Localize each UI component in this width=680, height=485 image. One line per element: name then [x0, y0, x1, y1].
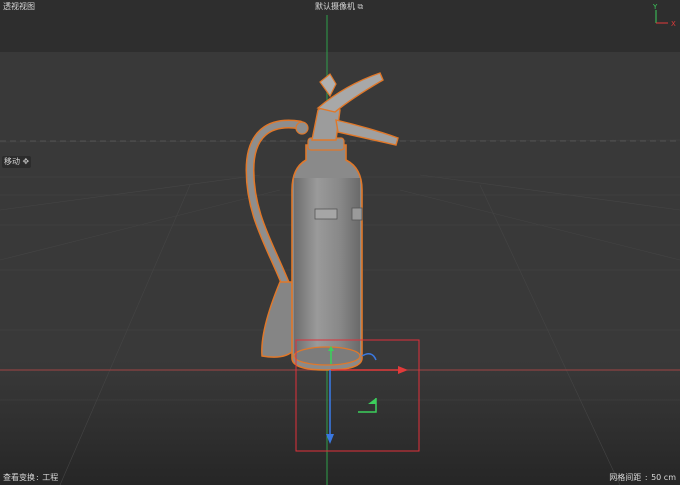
- grid-spacing-status: 网格间距 : 50 cm: [609, 473, 676, 482]
- extinguisher-bracket: [314, 208, 338, 220]
- view-transform-value: 工程: [42, 473, 59, 482]
- grid-spacing-value: 50 cm: [651, 473, 676, 482]
- gizmo-x-arrow: [398, 366, 408, 374]
- gizmo-rotation-arc: [361, 353, 377, 361]
- view-transform-status: 查看变换: 工程: [3, 473, 59, 482]
- active-tool-label: 移动: [4, 157, 20, 166]
- 3d-viewport[interactable]: Y X 透视视图 默认摄像机 ⧉ 移动 ✥ 查看变换: 工程 网格间距 : 50…: [0, 0, 680, 485]
- camera-selector[interactable]: 默认摄像机 ⧉: [315, 2, 363, 12]
- camera-link-icon: ⧉: [357, 2, 364, 11]
- camera-label: 默认摄像机: [315, 2, 355, 11]
- grid-spacing-label: 网格间距: [609, 473, 642, 482]
- scene-canvas[interactable]: Y X: [0, 0, 680, 485]
- active-tool-indicator: 移动 ✥: [2, 156, 32, 168]
- fire-extinguisher-model[interactable]: [245, 72, 399, 371]
- axis-y-label: Y: [652, 3, 658, 11]
- view-transform-label: 查看变换: [3, 473, 35, 482]
- extinguisher-nozzle: [261, 281, 295, 358]
- axis-orientation-gizmo: Y X: [652, 3, 676, 28]
- move-cross-icon: ✥: [22, 157, 30, 166]
- view-name-label[interactable]: 透视视图: [3, 2, 35, 12]
- axis-x-label: X: [671, 20, 676, 28]
